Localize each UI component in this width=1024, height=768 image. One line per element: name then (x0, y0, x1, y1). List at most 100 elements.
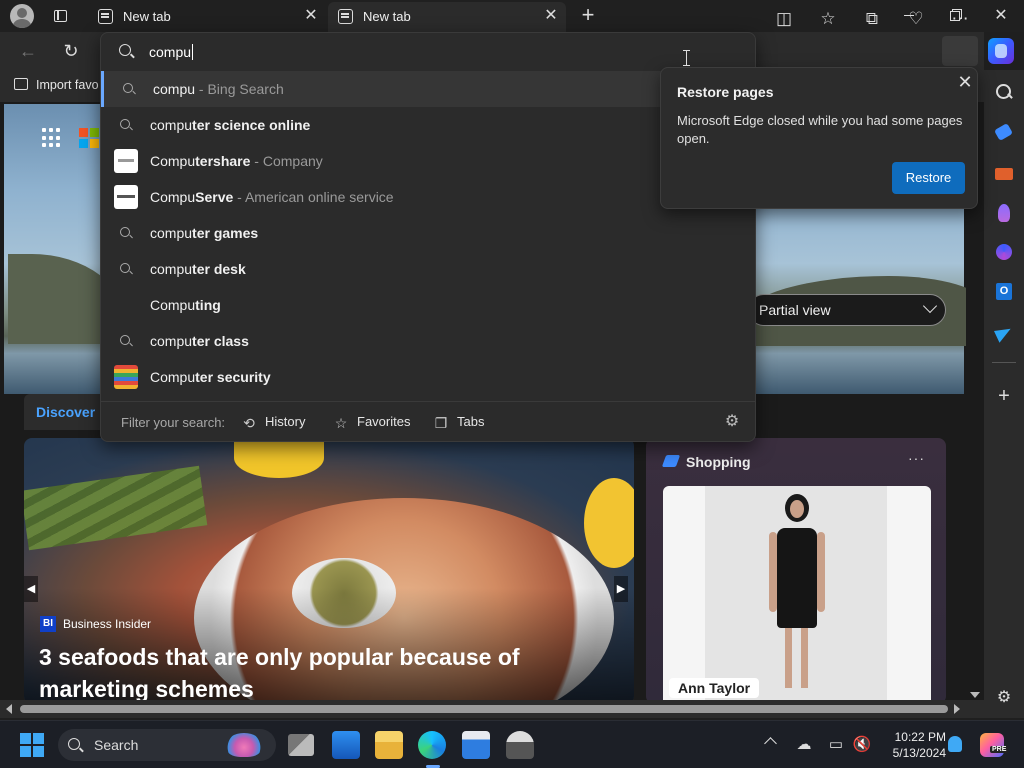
computershare-logo-icon (114, 149, 138, 173)
filter-history-button[interactable]: ⟲ History (241, 414, 305, 430)
close-icon[interactable]: ✕ (955, 72, 975, 92)
copilot-icon[interactable] (988, 38, 1014, 64)
browser-essentials-icon[interactable]: ♡ (904, 8, 928, 30)
scroll-down-icon[interactable] (970, 692, 980, 698)
search-highlight-lotus-icon (226, 733, 262, 757)
suggestion-item[interactable]: computer class (101, 323, 755, 359)
edge-sidebar: + ⚙ (984, 70, 1024, 718)
carousel-next-icon[interactable]: ▶ (614, 576, 628, 602)
horizontal-scrollbar[interactable] (0, 700, 984, 718)
file-explorer-icon[interactable] (375, 731, 403, 759)
suggestion-item[interactable]: computer science online (101, 107, 755, 143)
computer-security-logo-icon (114, 365, 138, 389)
suggestion-item[interactable]: Computershare - Company (101, 143, 755, 179)
address-input-value[interactable]: compu (149, 44, 193, 60)
suggestion-item[interactable]: Computing (101, 287, 755, 323)
sidebar-tools-icon[interactable] (992, 160, 1016, 184)
suggestion-item[interactable]: computer desk (101, 251, 755, 287)
sidebar-copilot-icon[interactable] (992, 240, 1016, 264)
back-arrow-icon[interactable]: ← (15, 38, 41, 64)
tab-close-icon[interactable]: ✕ (302, 7, 320, 25)
view-select-dropdown[interactable]: Partial view (748, 294, 946, 326)
shopping-more-icon[interactable]: ··· (908, 450, 925, 466)
restore-button[interactable]: Restore (892, 162, 965, 194)
suggestion-prefix: compu (153, 81, 196, 97)
sidebar-settings-gear-icon[interactable]: ⚙ (992, 686, 1016, 710)
suggestion-prefix: compu (150, 117, 193, 133)
scroll-thumb[interactable] (20, 705, 948, 713)
suggestion-text: CompuServe - American online service (150, 189, 394, 205)
import-favorites-label: Import favo (36, 78, 99, 92)
close-window-button[interactable]: ✕ (978, 0, 1024, 32)
more-options-icon[interactable]: ⋯ (948, 8, 972, 30)
pinned-app-icon[interactable] (506, 731, 534, 759)
suggestion-item[interactable]: CompuServe - American online service (101, 179, 755, 215)
suggestion-item[interactable]: compu - Bing Search (101, 71, 755, 107)
suggestion-suffix: - Bing Search (195, 81, 284, 97)
notifications-bell-icon[interactable] (948, 736, 962, 752)
favorites-star-icon[interactable]: ☆ (816, 8, 840, 30)
suggestion-text: Computershare - Company (150, 153, 323, 169)
tab-title: New tab (123, 9, 171, 24)
suggestion-item[interactable]: Computer security (101, 359, 755, 395)
windows-start-icon[interactable] (20, 733, 44, 757)
carousel-prev-icon[interactable]: ◀ (24, 576, 38, 602)
news-headline[interactable]: 3 seafoods that are only popular because… (39, 641, 579, 704)
tab-2-active[interactable]: New tab ✕ (328, 2, 566, 32)
suggestion-completion: ting (195, 297, 221, 313)
refresh-icon[interactable]: ↻ (58, 38, 84, 64)
show-hidden-icons-chevron-icon[interactable] (764, 737, 777, 750)
suggestion-item[interactable]: computer games (101, 215, 755, 251)
sidebar-shopping-icon[interactable] (992, 120, 1016, 144)
app-launcher-icon[interactable] (42, 128, 62, 148)
sidebar-search-icon[interactable] (992, 80, 1016, 104)
tab-close-icon[interactable]: ✕ (542, 7, 560, 25)
scroll-left-icon[interactable] (6, 704, 12, 714)
filter-settings-gear-icon[interactable]: ⚙ (723, 413, 741, 431)
address-input[interactable]: compu (101, 33, 755, 71)
task-view-icon[interactable] (288, 734, 314, 756)
search-icon (68, 738, 82, 752)
new-tab-plus-icon[interactable]: + (576, 4, 600, 28)
sidebar-games-icon[interactable] (992, 200, 1016, 224)
suggestion-text: compu - Bing Search (153, 81, 284, 97)
taskbar-clock[interactable]: 10:22 PM 5/13/2024 (880, 729, 946, 761)
profile-avatar-icon[interactable] (10, 4, 34, 28)
scroll-right-icon[interactable] (954, 704, 960, 714)
edge-browser-icon[interactable] (418, 731, 446, 759)
clock-time: 10:22 PM (894, 730, 946, 744)
volume-muted-icon[interactable]: 🔇 (852, 735, 872, 755)
restore-message: Microsoft Edge closed while you had some… (677, 113, 963, 146)
restore-pages-popup: Restore pages ✕ Microsoft Edge closed wh… (660, 67, 978, 209)
suggestion-text: computer desk (150, 261, 246, 277)
display-icon[interactable]: ▭ (826, 735, 846, 755)
widgets-app-icon[interactable] (332, 731, 360, 759)
source-name: Business Insider (63, 617, 152, 631)
tab-1[interactable]: New tab ✕ (88, 2, 326, 32)
suggestion-prefix: Compu (150, 153, 196, 169)
network-offline-icon[interactable]: ☁ (794, 735, 814, 755)
filter-favorites-button[interactable]: ☆ Favorites (333, 414, 411, 430)
copilot-preview-icon[interactable]: PRE (980, 733, 1009, 757)
shopping-card[interactable]: Shopping ··· Ann Taylor (646, 438, 946, 704)
taskbar-search-box[interactable]: Search (58, 729, 276, 761)
news-card[interactable]: ◀ ▶ BI Business Insider 3 seafoods that … (24, 438, 634, 704)
image-asparagus (24, 465, 208, 551)
microsoft-store-icon[interactable] (462, 731, 490, 759)
collections-icon[interactable]: ⧉ (860, 8, 884, 30)
filter-tabs-button[interactable]: ❐ Tabs (433, 414, 485, 430)
tab-discover[interactable]: Discover (24, 394, 108, 430)
split-screen-icon[interactable]: ◫ (772, 8, 796, 30)
product-image[interactable]: Ann Taylor (663, 486, 931, 704)
suggestion-completion: ter games (192, 225, 259, 241)
suggestion-text: computer science online (150, 117, 310, 133)
sidebar-drop-icon[interactable] (992, 320, 1016, 344)
address-bar-dropdown: compu compu - Bing Search computer scien… (100, 32, 756, 442)
shopping-title: Shopping (686, 454, 751, 470)
search-icon (120, 227, 133, 240)
search-icon (120, 335, 133, 348)
sidebar-outlook-icon[interactable] (992, 280, 1016, 304)
sidebar-add-icon[interactable]: + (992, 384, 1016, 408)
tab-actions-icon[interactable] (50, 6, 70, 26)
import-favorites-button[interactable]: Import favo (14, 78, 99, 92)
